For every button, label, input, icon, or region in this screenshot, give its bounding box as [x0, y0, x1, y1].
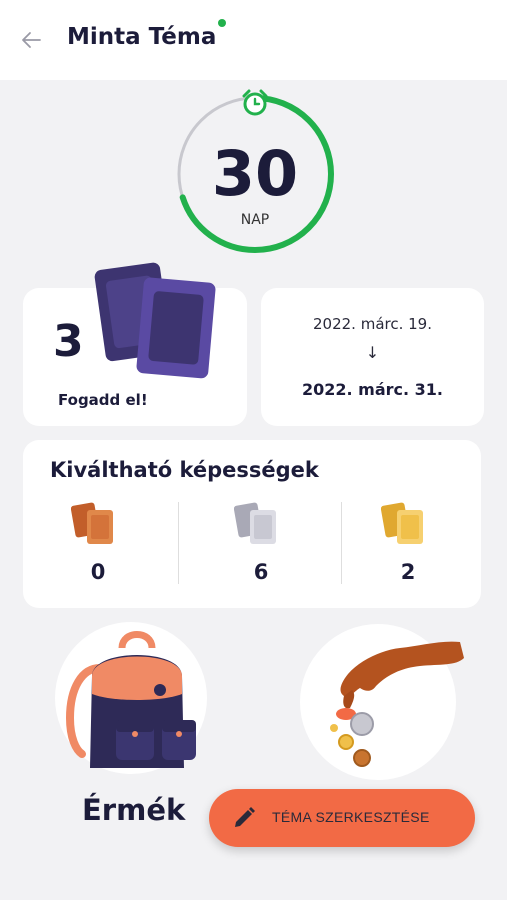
edit-button-label: TÉMA SZERKESZTÉSE — [272, 809, 430, 825]
accept-label: Fogadd el! — [58, 391, 148, 409]
hand-coins-illustration[interactable] — [300, 630, 468, 780]
silver-cards-icon — [234, 502, 276, 544]
days-unit-label: NAP — [240, 212, 270, 228]
start-date: 2022. márc. 19. — [313, 315, 432, 333]
ability-silver[interactable]: 6 — [186, 502, 336, 592]
backpack-illustration[interactable] — [52, 628, 222, 778]
abilities-title: Kiváltható képességek — [50, 458, 319, 482]
top-app-bar: Minta Téma — [0, 0, 507, 80]
days-remaining: 30 — [211, 137, 299, 210]
ability-silver-count: 6 — [253, 560, 269, 584]
gold-cards-icon — [381, 502, 423, 544]
edit-theme-button[interactable]: TÉMA SZERKESZTÉSE — [209, 789, 475, 847]
cards-illustration — [94, 262, 216, 379]
ability-gold-count: 2 — [400, 560, 416, 584]
status-dot — [218, 19, 226, 27]
abilities-card: Kiváltható képességek 0 6 2 — [23, 440, 481, 608]
coins-label: Érmék — [82, 793, 186, 827]
page-title: Minta Téma — [67, 24, 217, 50]
ability-bronze-count: 0 — [90, 560, 106, 584]
end-date: 2022. márc. 31. — [301, 380, 443, 399]
accept-count: 3 — [53, 316, 84, 367]
arrow-down-icon: ↓ — [365, 343, 380, 362]
ability-gold[interactable]: 2 — [333, 502, 483, 592]
alarm-clock-icon — [242, 89, 268, 116]
pencil-icon — [235, 807, 255, 827]
arrow-left-icon[interactable] — [18, 27, 44, 53]
ability-bronze[interactable]: 0 — [23, 502, 173, 592]
date-range-card: 2022. márc. 19. ↓ 2022. márc. 31. — [261, 288, 484, 426]
bronze-cards-icon — [71, 502, 113, 544]
divider — [178, 502, 179, 584]
